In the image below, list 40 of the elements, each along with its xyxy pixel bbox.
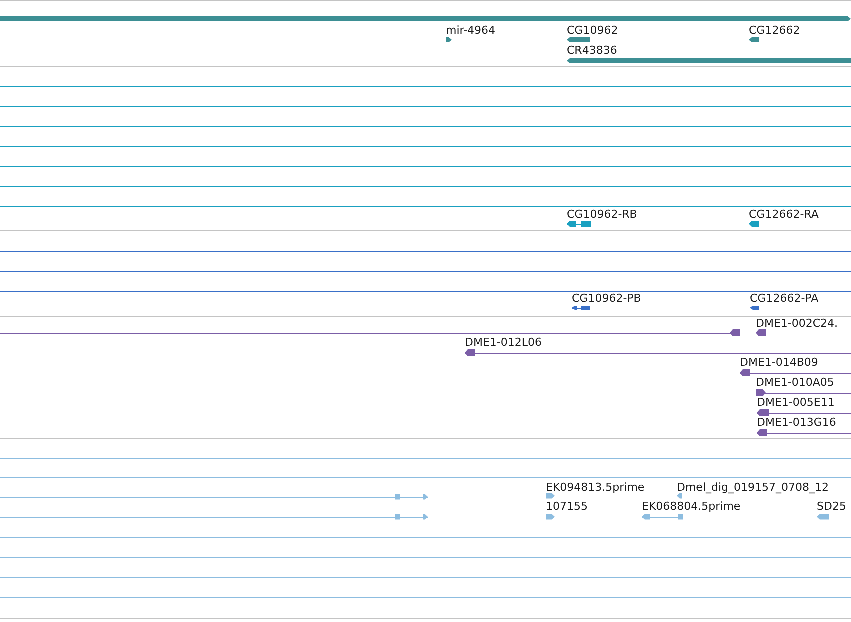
est-arrow[interactable] [0,514,428,520]
clone-arrow[interactable] [756,390,851,396]
est-arrow[interactable] [546,493,555,499]
gene-arrow[interactable] [446,38,452,42]
feature-label: DME1-005E11 [757,396,835,409]
est-arrow[interactable] [677,493,682,499]
clone-arrow[interactable] [740,370,851,376]
feature-label: DME1-002C24. [756,317,838,330]
gene-arrow[interactable] [749,38,759,42]
feature-label: DME1-014B09 [740,356,818,369]
est-arrow[interactable] [642,514,684,520]
protein-arrow[interactable] [750,306,759,310]
clone-arrow[interactable] [0,330,740,336]
feature-label: 107155 [546,500,588,513]
feature-label: DME1-010A05 [756,376,834,389]
feature-label: CG10962-PB [572,292,642,305]
feature-label: CG10962-RB [567,208,638,221]
feature-label: SD25 [817,500,846,513]
clone-arrow[interactable] [756,430,851,436]
feature-label: EK068804.5prime [642,500,741,513]
gene-arrow[interactable] [567,38,590,42]
protein-arrow[interactable] [572,306,590,310]
feature-label: CR43836 [567,44,618,57]
feature-label: EK094813.5prime [546,481,645,494]
clone-arrow[interactable] [756,330,766,336]
clone-arrow[interactable] [464,350,851,356]
feature-label: DME1-013G16 [757,416,836,429]
feature-label: CG12662-PA [750,292,819,305]
feature-label: CG12662 [749,24,800,37]
est-arrow[interactable] [817,514,829,520]
clone-arrow[interactable] [756,410,851,416]
feature-label: mir-4964 [446,24,496,37]
feature-label: CG10962 [567,24,618,37]
transcript-arrow[interactable] [749,221,759,227]
feature-label: CG12662-RA [749,208,819,221]
feature-label: Dmel_dig_019157_0708_12 [677,481,830,494]
transcript-arrow[interactable] [566,221,592,227]
feature-label: DME1-012L06 [465,336,542,349]
est-arrow[interactable] [0,494,428,500]
est-arrow[interactable] [546,514,555,520]
